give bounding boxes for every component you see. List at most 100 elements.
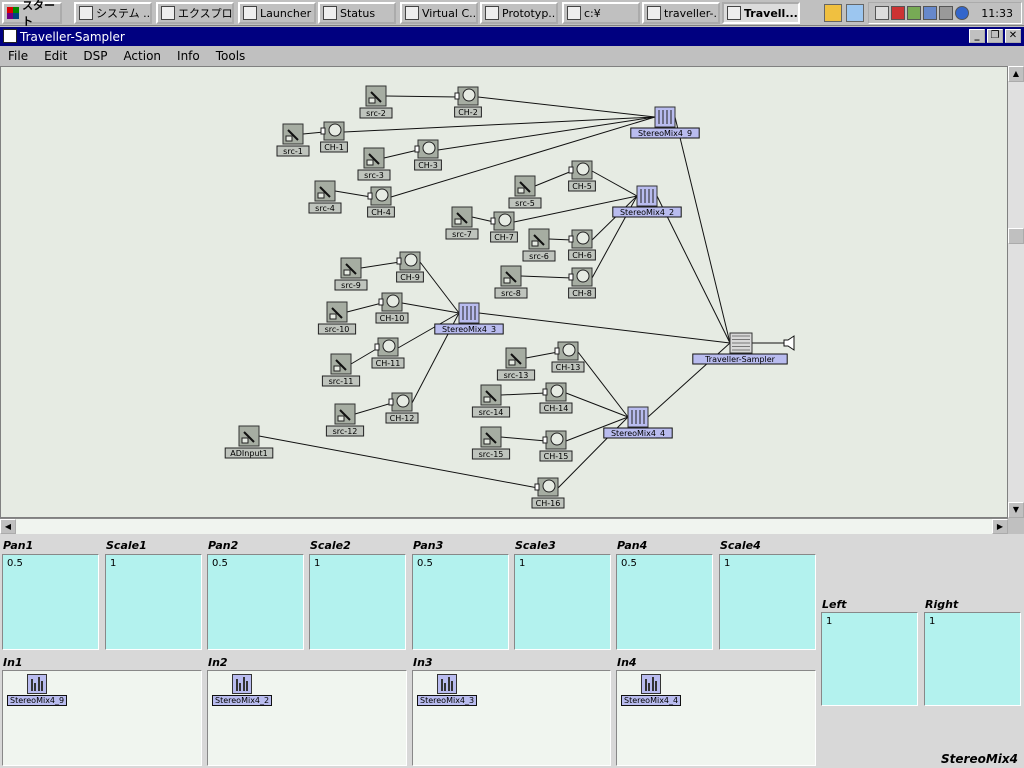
wire-ch-mixer[interactable] xyxy=(419,261,460,314)
task-virtual[interactable]: Virtual C... xyxy=(400,2,478,24)
wire-src-ch[interactable] xyxy=(383,149,419,159)
task-traveller-sampler[interactable]: Travell... xyxy=(722,2,800,24)
scroll-down-arrow[interactable]: ▼ xyxy=(1008,502,1024,518)
wire-mixer-output[interactable] xyxy=(478,312,731,344)
keyboard-icon[interactable] xyxy=(907,6,922,20)
scale1-field[interactable]: 1 xyxy=(105,554,202,650)
channel-node-CH-1[interactable] xyxy=(320,121,345,141)
in1-chip[interactable]: StereoMix4_9 xyxy=(7,674,68,706)
vertical-scrollbar[interactable]: ▲ ▼ xyxy=(1008,66,1024,518)
channel-node-CH-2[interactable] xyxy=(454,86,479,106)
channel-node-CH-8[interactable] xyxy=(568,267,593,287)
channel-node-CH-13[interactable] xyxy=(554,341,579,361)
source-node-src-11[interactable] xyxy=(330,353,352,375)
pan3-field[interactable]: 0.5 xyxy=(412,554,509,650)
mixer-node-StereoMix4_2[interactable] xyxy=(636,185,658,207)
in4-chip[interactable]: StereoMix4_4 xyxy=(621,674,682,706)
wire-ch-mixer[interactable] xyxy=(591,170,638,197)
pan2-field[interactable]: 0.5 xyxy=(207,554,304,650)
channel-node-CH-10[interactable] xyxy=(378,292,403,312)
source-node-src-9[interactable] xyxy=(340,257,362,279)
scroll-up-arrow[interactable]: ▲ xyxy=(1008,66,1024,82)
wire-src-ch[interactable] xyxy=(385,95,459,98)
in3-chip[interactable]: StereoMix4_3 xyxy=(417,674,478,706)
source-node-src-14[interactable] xyxy=(480,384,502,406)
wire-src-ch[interactable] xyxy=(500,436,547,442)
scroll-thumb[interactable] xyxy=(1008,228,1024,244)
source-node-ADInput1[interactable] xyxy=(238,425,260,447)
eye-icon[interactable] xyxy=(955,6,970,20)
channel-node-CH-4[interactable] xyxy=(367,186,392,206)
wire-src-ch[interactable] xyxy=(534,170,573,187)
menu-action[interactable]: Action xyxy=(123,49,161,63)
channel-node-CH-3[interactable] xyxy=(414,139,439,159)
source-node-src-10[interactable] xyxy=(326,301,348,323)
monitor-icon[interactable] xyxy=(923,6,938,20)
in3-slot[interactable]: StereoMix4_3 xyxy=(412,670,611,766)
task-traveller[interactable]: traveller-... xyxy=(642,2,720,24)
camera-icon[interactable] xyxy=(846,4,864,22)
channel-node-CH-12[interactable] xyxy=(388,392,413,412)
wire-mixer-output[interactable] xyxy=(656,195,731,344)
wire-src-ch[interactable] xyxy=(525,351,559,359)
menu-tools[interactable]: Tools xyxy=(216,49,246,63)
wire-src-ch[interactable] xyxy=(360,261,401,269)
task-prototype[interactable]: Prototyp... xyxy=(480,2,558,24)
channel-node-CH-7[interactable] xyxy=(490,211,515,231)
speaker-icon[interactable] xyxy=(783,335,795,351)
mixer-node-StereoMix4_4[interactable] xyxy=(627,406,649,428)
volume-icon[interactable] xyxy=(939,6,954,20)
left-field[interactable]: 1 xyxy=(821,612,918,706)
in1-slot[interactable]: StereoMix4_9 xyxy=(2,670,202,766)
task-cdrive[interactable]: c:¥ xyxy=(562,2,640,24)
channel-node-CH-5[interactable] xyxy=(568,160,593,180)
window-titlebar[interactable]: Traveller-Sampler _ ❐ ✕ xyxy=(0,27,1024,46)
wire-src-ch[interactable] xyxy=(334,190,372,198)
menu-file[interactable]: File xyxy=(8,49,28,63)
patch-canvas[interactable]: src-1 src-2 src-3 src-4 src-5 src-6 src-7 src-8… xyxy=(0,66,1008,518)
scale2-field[interactable]: 1 xyxy=(309,554,406,650)
wire-src-ch[interactable] xyxy=(346,302,383,313)
source-node-src-15[interactable] xyxy=(480,426,502,448)
channel-node-CH-9[interactable] xyxy=(396,251,421,271)
source-node-src-1[interactable] xyxy=(282,123,304,145)
scale3-field[interactable]: 1 xyxy=(514,554,611,650)
close-button[interactable]: ✕ xyxy=(1005,29,1021,43)
channel-node-CH-15[interactable] xyxy=(542,430,567,450)
source-node-src-13[interactable] xyxy=(505,347,527,369)
pen-icon[interactable] xyxy=(891,6,906,20)
task-launcher[interactable]: Launcher xyxy=(238,2,316,24)
scroll-right-arrow[interactable]: ▶ xyxy=(992,519,1008,534)
wire-ch-mixer[interactable] xyxy=(401,302,460,314)
wire-ch-mixer[interactable] xyxy=(591,195,638,241)
wire-src-ch[interactable] xyxy=(500,392,547,396)
scale4-field[interactable]: 1 xyxy=(719,554,816,650)
start-button[interactable]: スタート xyxy=(2,0,62,28)
output-node[interactable] xyxy=(729,332,753,354)
scroll-left-arrow[interactable]: ◀ xyxy=(0,519,16,534)
wire-ch-mixer[interactable] xyxy=(477,96,656,118)
source-node-src-5[interactable] xyxy=(514,175,536,197)
in4-slot[interactable]: StereoMix4_4 xyxy=(616,670,816,766)
menu-info[interactable]: Info xyxy=(177,49,200,63)
in2-slot[interactable]: StereoMix4_2 xyxy=(207,670,407,766)
source-node-src-7[interactable] xyxy=(451,206,473,228)
source-node-src-3[interactable] xyxy=(363,147,385,169)
channel-node-CH-14[interactable] xyxy=(542,382,567,402)
right-field[interactable]: 1 xyxy=(924,612,1021,706)
wire-src-ch[interactable] xyxy=(354,402,393,415)
in2-chip[interactable]: StereoMix4_2 xyxy=(212,674,273,706)
scheduler-icon[interactable] xyxy=(875,6,890,20)
channel-node-CH-16[interactable] xyxy=(534,477,559,497)
media-play-icon[interactable] xyxy=(824,4,842,22)
channel-node-CH-6[interactable] xyxy=(568,229,593,249)
mixer-node-StereoMix4_3[interactable] xyxy=(458,302,480,324)
source-node-src-4[interactable] xyxy=(314,180,336,202)
source-node-src-8[interactable] xyxy=(500,265,522,287)
wire-mixer-output[interactable] xyxy=(674,116,731,344)
source-node-src-2[interactable] xyxy=(365,85,387,107)
minimize-button[interactable]: _ xyxy=(969,29,985,43)
restore-button[interactable]: ❐ xyxy=(987,29,1003,43)
pan1-field[interactable]: 0.5 xyxy=(2,554,99,650)
wire-src-ch[interactable] xyxy=(520,275,573,279)
